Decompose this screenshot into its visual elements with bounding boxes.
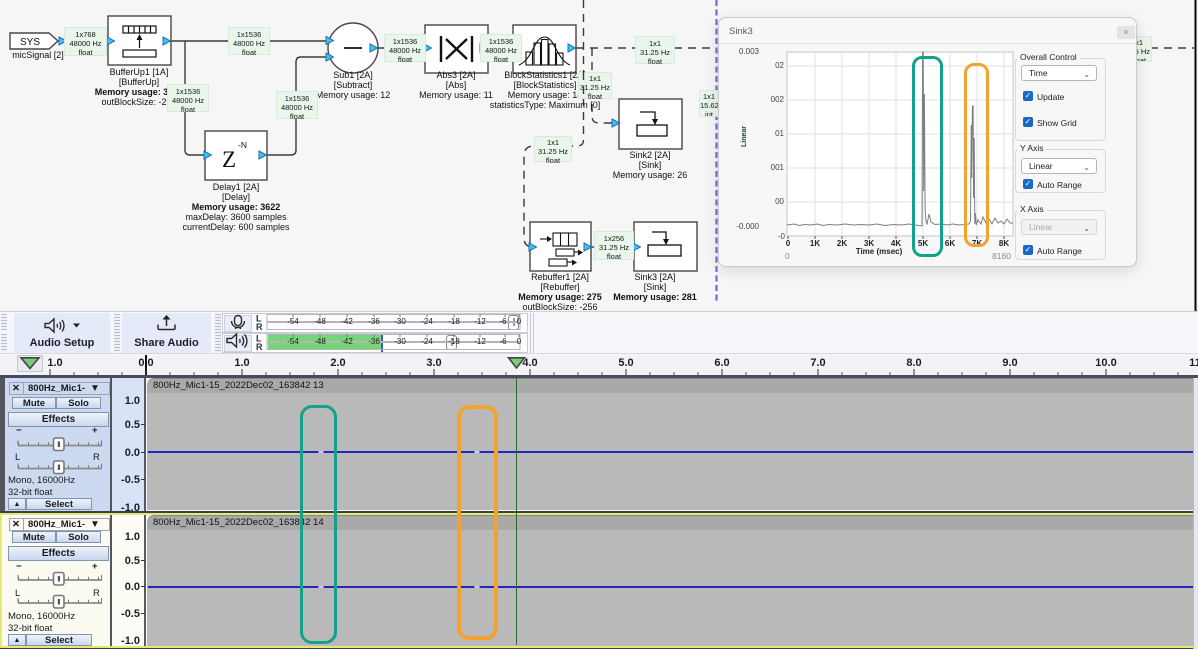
svg-text:-N: -N bbox=[238, 140, 247, 150]
svg-text:Z: Z bbox=[222, 147, 236, 172]
svg-text:R: R bbox=[256, 342, 263, 352]
svg-text:R: R bbox=[256, 322, 263, 332]
svg-text:Linear: Linear bbox=[741, 126, 748, 147]
svg-text:SYS: SYS bbox=[20, 37, 40, 48]
